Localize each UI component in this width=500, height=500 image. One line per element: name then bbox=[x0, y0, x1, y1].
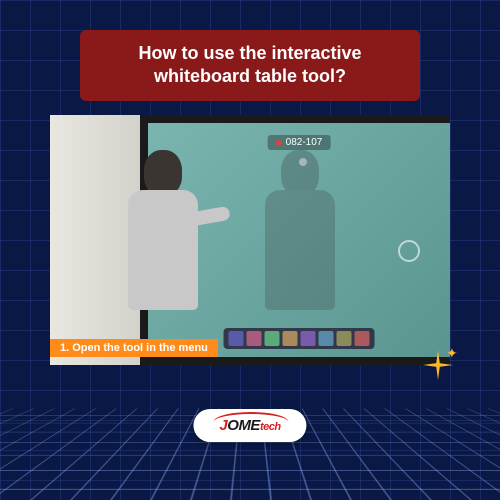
tool-pointer-icon bbox=[229, 331, 244, 346]
title-line1: How to use the interactive bbox=[102, 42, 398, 65]
sparkle-decoration: ✦ bbox=[418, 345, 458, 385]
sparkle-small-icon: ✦ bbox=[446, 345, 458, 357]
recording-indicator: 082-107 bbox=[268, 135, 331, 150]
tool-more-icon bbox=[355, 331, 370, 346]
person-figure bbox=[120, 150, 205, 350]
person-reflection bbox=[260, 150, 340, 340]
logo-arc-icon bbox=[213, 412, 288, 422]
video-frame[interactable]: 082-107 1. Open the tool in the menu bbox=[50, 115, 450, 365]
record-dot-icon bbox=[276, 140, 282, 146]
title-line2: whiteboard table tool? bbox=[102, 65, 398, 88]
indicator-text: 082-107 bbox=[286, 137, 323, 148]
brand-logo: JOMEtech bbox=[193, 409, 306, 442]
title-card: How to use the interactive whiteboard ta… bbox=[80, 30, 420, 101]
control-ring-icon bbox=[398, 240, 420, 262]
step-caption: 1. Open the tool in the menu bbox=[50, 339, 218, 357]
